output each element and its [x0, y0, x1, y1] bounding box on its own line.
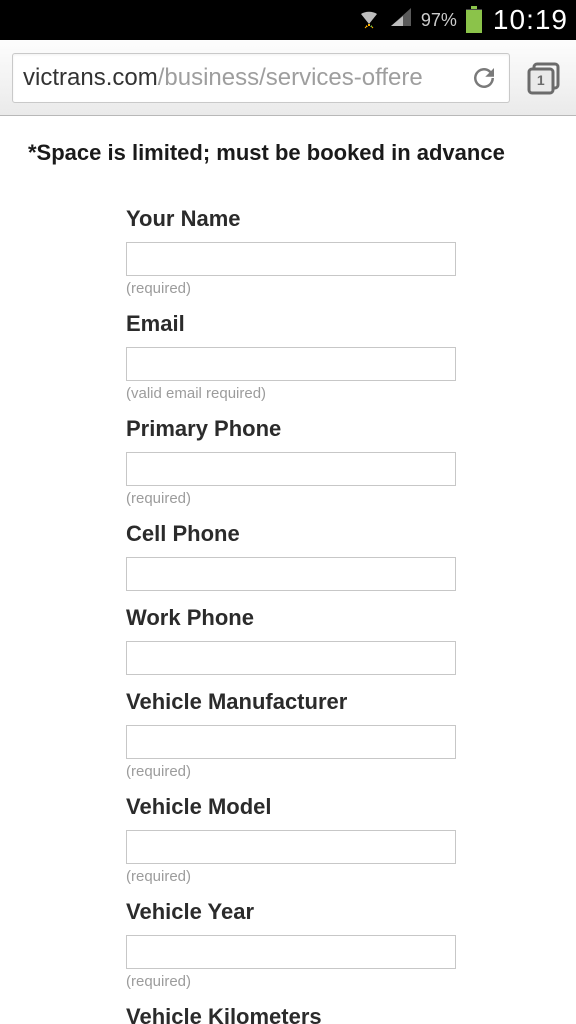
field-vehicle-kilometers: Vehicle Kilometers	[126, 1004, 454, 1024]
label-work-phone: Work Phone	[126, 605, 454, 631]
input-cell-phone[interactable]	[126, 557, 456, 591]
input-vehicle-year[interactable]	[126, 935, 456, 969]
field-your-name: Your Name (required)	[126, 206, 454, 297]
field-email: Email (valid email required)	[126, 311, 454, 402]
label-vehicle-year: Vehicle Year	[126, 899, 454, 925]
field-vehicle-year: Vehicle Year (required)	[126, 899, 454, 990]
input-email[interactable]	[126, 347, 456, 381]
label-vehicle-manufacturer: Vehicle Manufacturer	[126, 689, 454, 715]
hint-email: (valid email required)	[126, 385, 454, 402]
input-your-name[interactable]	[126, 242, 456, 276]
battery-percentage: 97%	[421, 10, 457, 31]
field-work-phone: Work Phone	[126, 605, 454, 675]
hint-your-name: (required)	[126, 280, 454, 297]
battery-icon	[465, 6, 483, 34]
hint-vehicle-model: (required)	[126, 868, 454, 885]
page-content: *Space is limited; must be booked in adv…	[0, 116, 576, 1024]
status-bar: 97% 10:19	[0, 0, 576, 40]
wifi-icon	[357, 6, 381, 35]
notice-text: *Space is limited; must be booked in adv…	[28, 140, 554, 166]
url-text: victrans.com/business/services-offere	[23, 64, 463, 92]
label-cell-phone: Cell Phone	[126, 521, 454, 547]
hint-vehicle-manufacturer: (required)	[126, 763, 454, 780]
field-cell-phone: Cell Phone	[126, 521, 454, 591]
field-vehicle-model: Vehicle Model (required)	[126, 794, 454, 885]
tabs-icon[interactable]: 1	[524, 58, 564, 98]
clock: 10:19	[493, 4, 568, 36]
label-vehicle-model: Vehicle Model	[126, 794, 454, 820]
label-your-name: Your Name	[126, 206, 454, 232]
signal-icon	[389, 6, 413, 35]
label-vehicle-kilometers: Vehicle Kilometers	[126, 1004, 454, 1024]
label-primary-phone: Primary Phone	[126, 416, 454, 442]
label-email: Email	[126, 311, 454, 337]
refresh-icon[interactable]	[463, 63, 499, 93]
field-primary-phone: Primary Phone (required)	[126, 416, 454, 507]
tabs-count: 1	[537, 72, 545, 88]
field-vehicle-manufacturer: Vehicle Manufacturer (required)	[126, 689, 454, 780]
input-vehicle-model[interactable]	[126, 830, 456, 864]
booking-form: Your Name (required) Email (valid email …	[28, 206, 554, 1024]
hint-primary-phone: (required)	[126, 490, 454, 507]
input-work-phone[interactable]	[126, 641, 456, 675]
url-bar[interactable]: victrans.com/business/services-offere	[12, 53, 510, 103]
input-vehicle-manufacturer[interactable]	[126, 725, 456, 759]
input-primary-phone[interactable]	[126, 452, 456, 486]
hint-vehicle-year: (required)	[126, 973, 454, 990]
url-path: /business/services-offere	[158, 64, 423, 91]
browser-toolbar: victrans.com/business/services-offere 1	[0, 40, 576, 116]
url-host: victrans.com	[23, 64, 158, 91]
